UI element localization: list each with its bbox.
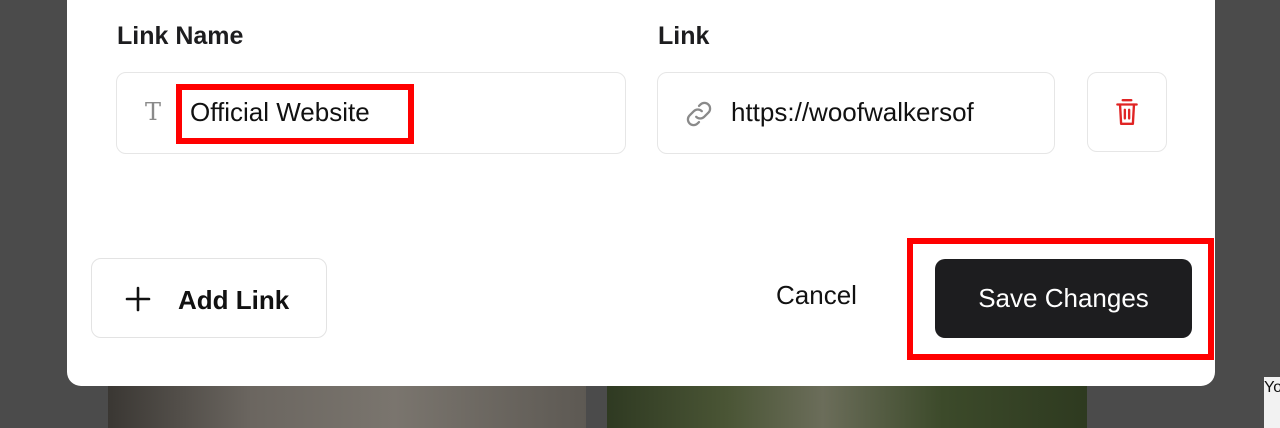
add-link-button[interactable]: Add Link xyxy=(91,258,327,338)
background-right-strip xyxy=(1264,0,1280,377)
trash-icon xyxy=(1116,99,1138,125)
save-changes-button[interactable]: Save Changes xyxy=(935,259,1192,338)
link-url-label: Link xyxy=(658,22,710,50)
background-side-text: Yo xyxy=(1264,377,1280,428)
link-name-label: Link Name xyxy=(117,22,244,50)
cancel-button[interactable]: Cancel xyxy=(776,280,857,311)
link-url-value[interactable]: https://woofwalkersof xyxy=(731,97,1023,128)
delete-link-button[interactable] xyxy=(1087,72,1167,152)
text-type-icon: T xyxy=(145,98,162,126)
link-name-value[interactable]: Official Website xyxy=(190,97,370,128)
link-icon xyxy=(686,101,712,127)
plus-icon xyxy=(125,286,151,312)
add-link-label: Add Link xyxy=(178,285,290,315)
